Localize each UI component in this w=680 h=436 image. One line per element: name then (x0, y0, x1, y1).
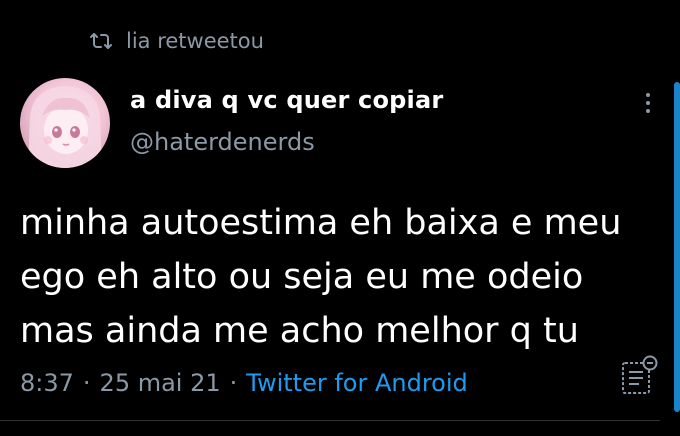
tweet-date[interactable]: 25 mai 21 (100, 369, 221, 397)
translate-icon[interactable] (620, 354, 660, 400)
display-name[interactable]: a diva q vc quer copiar (130, 86, 443, 114)
tweet-source-link[interactable]: Twitter for Android (246, 369, 467, 397)
tweet-text: minha autoestima eh baixa e meu ego eh a… (20, 203, 622, 351)
divider (0, 420, 660, 421)
social-context[interactable]: lia retweetou (90, 26, 264, 56)
avatar[interactable] (20, 78, 110, 168)
tweet-time[interactable]: 8:37 (20, 369, 74, 397)
retweet-icon (90, 32, 112, 50)
meta-separator: · (82, 369, 91, 397)
user-handle[interactable]: @haterdenerds (130, 128, 315, 156)
retweeted-by-label: lia retweetou (126, 29, 264, 53)
tweet-meta: 8:37 · 25 mai 21 · Twitter for Android (20, 366, 468, 400)
meta-separator: · (229, 369, 238, 397)
scrollbar[interactable] (674, 82, 680, 412)
more-options-button[interactable] (636, 88, 660, 118)
anime-girl-avatar-image (28, 86, 102, 168)
more-vertical-icon (646, 93, 650, 97)
